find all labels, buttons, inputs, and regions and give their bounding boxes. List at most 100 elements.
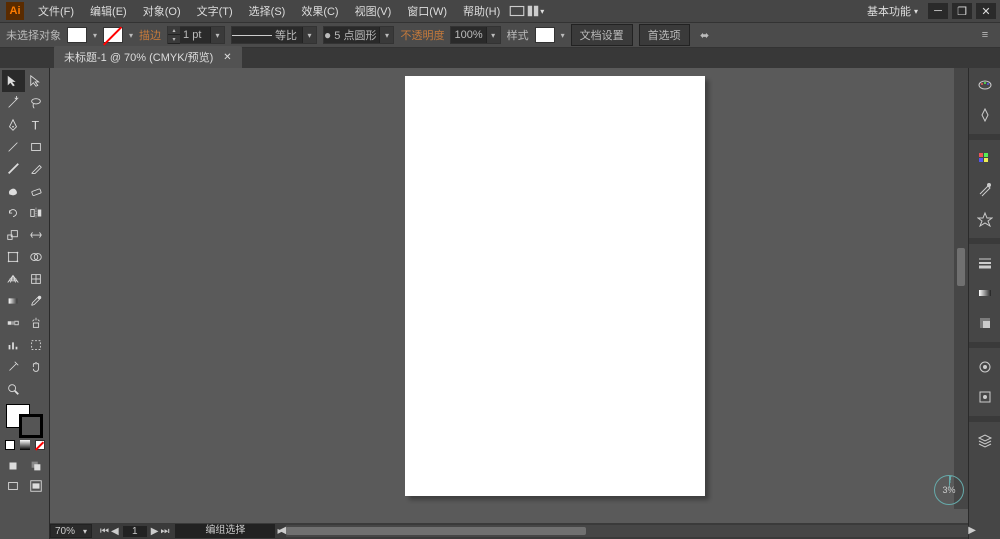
slice-tool[interactable] [2,356,25,378]
tab-close-icon[interactable]: ✕ [223,52,231,63]
type-tool[interactable]: T [25,114,48,136]
perspective-grid-tool[interactable] [2,268,25,290]
column-graph-tool[interactable] [2,334,25,356]
blend-tool[interactable] [2,312,25,334]
arrange-icon[interactable]: ▾ [526,3,544,19]
opacity-input[interactable]: 100%▾ [450,26,500,44]
fill-swatch[interactable] [67,27,87,43]
color-guide-panel-icon[interactable] [974,104,996,126]
pencil-tool[interactable] [25,158,48,180]
window-min-button[interactable]: ─ [928,3,948,19]
eyedropper-tool[interactable] [25,290,48,312]
menu-help[interactable]: 帮助(H) [455,3,508,19]
graphic-styles-panel-icon[interactable] [974,386,996,408]
direct-selection-tool[interactable] [25,70,48,92]
app-logo: Ai [6,2,24,20]
artboard[interactable] [405,76,705,496]
mesh-tool[interactable] [25,268,48,290]
menu-view[interactable]: 视图(V) [347,3,400,19]
color-panel-icon[interactable] [974,74,996,96]
horizontal-scrollbar[interactable]: ◀▶ [286,525,968,537]
swatches-panel-icon[interactable] [974,148,996,170]
workspace-switcher[interactable]: 基本功能▾ [861,3,924,19]
gradient-mode[interactable] [17,438,32,452]
cloud-icon[interactable] [508,3,526,19]
reflect-tool[interactable] [25,202,48,224]
line-tool[interactable] [2,136,25,158]
doc-setup-button[interactable]: 文档设置 [571,24,633,46]
symbols-panel-icon[interactable] [974,208,996,230]
artboard-nav-next[interactable]: ▶⏭ [147,526,174,537]
none-mode[interactable] [32,438,47,452]
status-tool-label[interactable]: 编组选择 [175,524,275,538]
rotate-tool[interactable] [2,202,25,224]
window-max-button[interactable]: ❐ [952,3,972,19]
document-tab[interactable]: 未标题-1 @ 70% (CMYK/预览) ✕ [54,46,242,68]
variable-width-profile[interactable]: 等比▾ [231,26,317,44]
graphic-style-dropdown[interactable]: ▾ [561,31,565,40]
stroke-panel-icon[interactable] [974,252,996,274]
menu-select[interactable]: 选择(S) [241,3,294,19]
screen-mode-full[interactable] [25,476,48,496]
fill-dropdown[interactable]: ▾ [93,31,97,40]
magic-wand-tool[interactable] [2,92,25,114]
draw-behind[interactable] [25,456,48,476]
window-close-button[interactable]: ✕ [976,3,996,19]
hand-tool[interactable] [25,356,48,378]
lasso-tool[interactable] [25,92,48,114]
control-bar: 未选择对象 ▾ ▾ 描边 ▴▾1 pt▾ 等比▾ ●5 点圆形▾ 不透明度 10… [0,22,1000,48]
selection-tool[interactable] [2,70,25,92]
draw-normal[interactable] [2,456,25,476]
control-menu-icon[interactable]: ≡ [976,26,994,44]
stroke-label[interactable]: 描边 [139,27,161,43]
zoom-level[interactable]: 70%▾ [50,524,92,538]
stroke-weight-input[interactable]: ▴▾1 pt▾ [167,26,225,44]
artboard-tool[interactable] [25,334,48,356]
vertical-scrollbar[interactable] [954,68,968,509]
menu-window[interactable]: 窗口(W) [399,3,455,19]
transparency-panel-icon[interactable] [974,312,996,334]
canvas[interactable]: 3% [50,68,968,523]
opacity-label[interactable]: 不透明度 [400,27,444,43]
appearance-panel-icon[interactable] [974,356,996,378]
status-bar: 70%▾ ⏮◀ 1 ▶⏭ 编组选择 ▸ ◀▶ [50,523,968,539]
style-label: 样式 [507,27,529,43]
menu-edit[interactable]: 编辑(E) [82,3,135,19]
menu-type[interactable]: 文字(T) [189,3,241,19]
blob-brush-tool[interactable] [2,180,25,202]
brushes-panel-icon[interactable] [974,178,996,200]
prefs-button[interactable]: 首选项 [639,24,690,46]
zoom-tool[interactable] [2,378,25,400]
free-transform-tool[interactable] [2,246,25,268]
menu-file[interactable]: 文件(F) [30,3,82,19]
artboard-number-input[interactable]: 1 [123,526,147,537]
fill-stroke-indicator[interactable] [2,402,47,438]
artboard-nav[interactable]: ⏮◀ [96,526,123,537]
layers-panel-icon[interactable] [974,430,996,452]
brush-definition[interactable]: ●5 点圆形▾ [323,26,394,44]
toolbox: T [0,68,50,539]
symbol-sprayer-tool[interactable] [25,312,48,334]
progress-indicator: 3% [934,475,964,505]
stroke-swatch[interactable] [103,27,123,43]
graphic-style-swatch[interactable] [535,27,555,43]
svg-text:T: T [31,118,39,132]
screen-mode-normal[interactable] [2,476,25,496]
stroke-dropdown[interactable]: ▾ [129,31,133,40]
document-tab-strip: 未标题-1 @ 70% (CMYK/预览) ✕ [0,48,1000,68]
color-mode[interactable] [2,438,17,452]
shape-builder-tool[interactable] [25,246,48,268]
width-tool[interactable] [25,224,48,246]
gradient-panel-icon[interactable] [974,282,996,304]
align-icon[interactable]: ⬌ [696,26,714,44]
eraser-tool[interactable] [25,180,48,202]
menu-bar: Ai 文件(F) 编辑(E) 对象(O) 文字(T) 选择(S) 效果(C) 视… [0,0,1000,22]
rectangle-tool[interactable] [25,136,48,158]
stroke-color[interactable] [19,414,43,438]
menu-object[interactable]: 对象(O) [135,3,189,19]
scale-tool[interactable] [2,224,25,246]
gradient-tool[interactable] [2,290,25,312]
pen-tool[interactable] [2,114,25,136]
menu-effect[interactable]: 效果(C) [293,3,346,19]
paintbrush-tool[interactable] [2,158,25,180]
